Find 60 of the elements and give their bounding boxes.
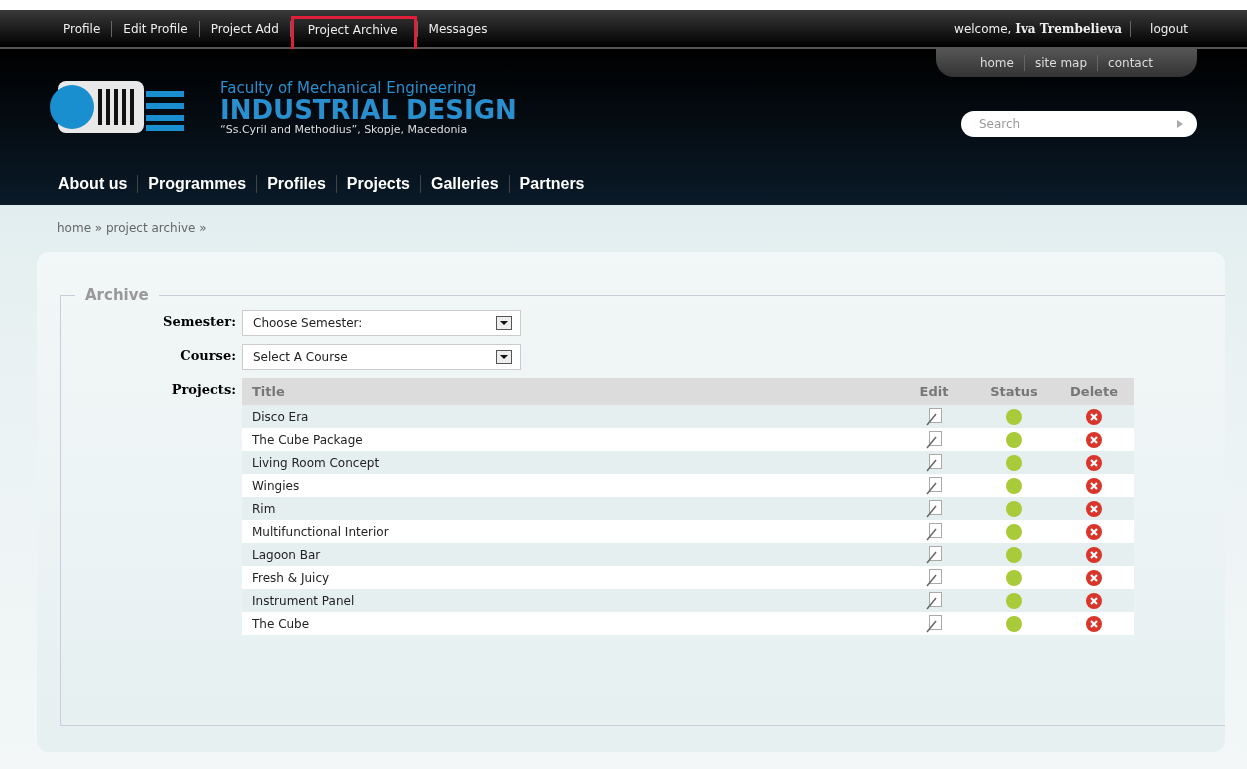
project-title[interactable]: The Cube Package — [242, 428, 894, 451]
edit-icon[interactable] — [926, 430, 942, 449]
breadcrumb: home » project archive » — [56, 220, 208, 237]
top-nav-link[interactable]: Messages — [417, 14, 499, 43]
edit-icon[interactable] — [926, 499, 942, 518]
field-label: Projects: — [170, 381, 236, 397]
delete-icon[interactable] — [1086, 523, 1102, 540]
search-field[interactable]: Search — [961, 111, 1197, 137]
department-name: INDUSTRIAL DESIGN — [220, 96, 517, 123]
column-header: Delete — [1054, 378, 1134, 405]
top-nav-link[interactable]: Edit Profile — [112, 14, 199, 43]
delete-icon[interactable] — [1086, 408, 1102, 425]
top-nav-link[interactable]: Project Add — [199, 14, 290, 43]
delete-icon[interactable] — [1086, 431, 1102, 448]
main-nav-link[interactable]: Partners — [509, 175, 595, 193]
column-header: Status — [974, 378, 1054, 405]
delete-icon[interactable] — [1086, 500, 1102, 517]
dropdown[interactable]: Choose Semester: — [242, 310, 521, 336]
delete-icon[interactable] — [1086, 569, 1102, 586]
edit-icon[interactable] — [926, 522, 942, 541]
project-title[interactable]: Instrument Panel — [242, 589, 894, 612]
project-title[interactable]: Multifunctional Interior — [242, 520, 894, 543]
edit-icon[interactable] — [926, 614, 942, 633]
project-title[interactable]: Fresh & Juicy — [242, 566, 894, 589]
delete-icon[interactable] — [1086, 477, 1102, 494]
delete-icon[interactable] — [1086, 592, 1102, 609]
edit-icon[interactable] — [926, 545, 942, 564]
project-title[interactable]: Disco Era — [242, 405, 894, 428]
main-nav-link[interactable]: Galleries — [421, 175, 509, 193]
welcome-text: welcome, Iva Trembelieva — [954, 21, 1123, 36]
faculty-name: Faculty of Mechanical Engineering — [220, 78, 478, 97]
delete-icon[interactable] — [1086, 546, 1102, 563]
delete-icon[interactable] — [1086, 615, 1102, 632]
project-title[interactable]: Lagoon Bar — [242, 543, 894, 566]
utility-link[interactable]: home — [969, 56, 1024, 70]
field-label: Course: — [179, 347, 236, 363]
column-header: Title — [242, 378, 894, 405]
main-nav-link[interactable]: About us — [48, 175, 138, 193]
project-title[interactable]: Living Room Concept — [242, 451, 894, 474]
top-nav-link[interactable]: Profile — [52, 14, 112, 43]
archive-legend: Archive — [75, 286, 159, 304]
edit-icon[interactable] — [926, 407, 942, 426]
project-title[interactable]: The Cube — [242, 612, 894, 635]
logout-link[interactable]: logout — [1139, 14, 1199, 43]
edit-icon[interactable] — [926, 453, 942, 472]
utility-link[interactable]: contact — [1098, 56, 1163, 70]
edit-icon[interactable] — [926, 591, 942, 610]
university-name: “Ss.Cyril and Methodius”, Skopje, Macedonia — [220, 122, 469, 136]
utility-link[interactable]: site map — [1024, 56, 1098, 70]
project-title[interactable]: Rim — [242, 497, 894, 520]
main-nav-link[interactable]: Projects — [336, 175, 420, 193]
main-nav-link[interactable]: Profiles — [257, 175, 336, 193]
project-title[interactable]: Wingies — [242, 474, 894, 497]
main-nav-link[interactable]: Programmes — [138, 175, 257, 193]
column-header: Edit — [894, 378, 974, 405]
edit-icon[interactable] — [926, 476, 942, 495]
delete-icon[interactable] — [1086, 454, 1102, 471]
field-label: Semester: — [162, 313, 236, 329]
dropdown[interactable]: Select A Course — [242, 344, 521, 370]
edit-icon[interactable] — [926, 568, 942, 587]
